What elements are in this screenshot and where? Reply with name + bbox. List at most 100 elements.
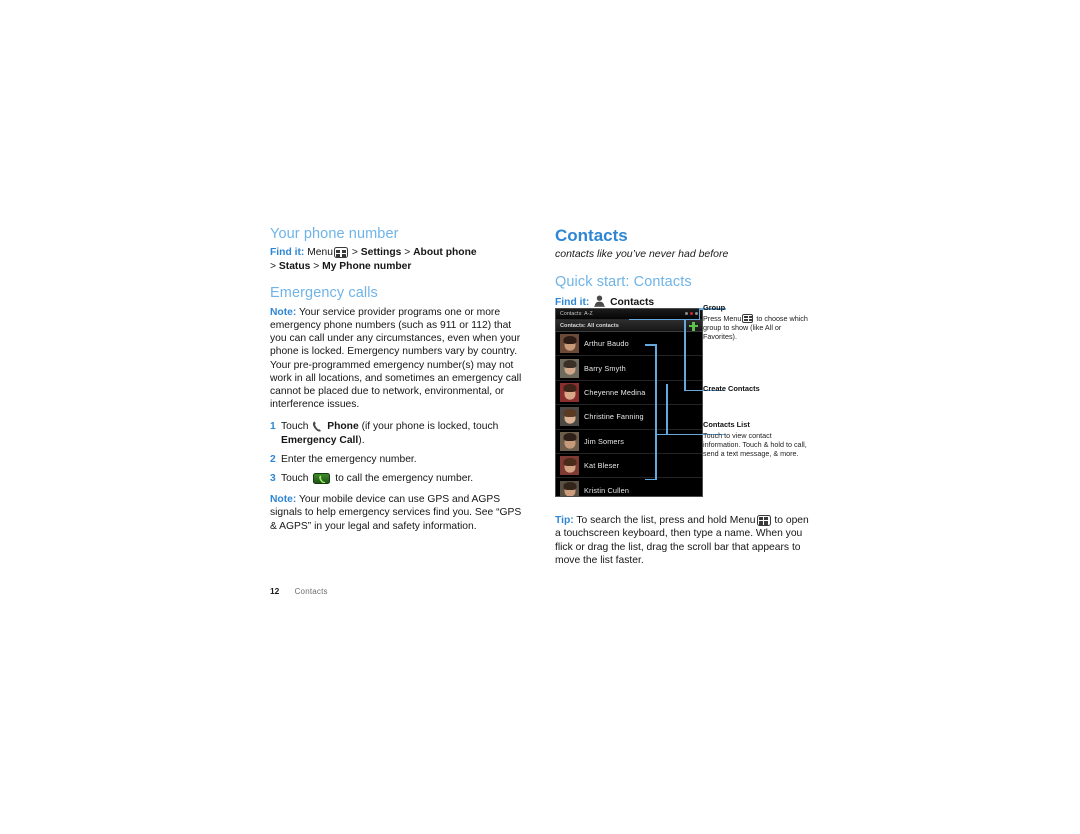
- step-2: 2 Enter the emergency number.: [270, 453, 522, 466]
- step-3: 3 Touch to call the emergency number.: [270, 472, 522, 485]
- section-heading-quick-start: Quick start: Contacts: [555, 274, 692, 291]
- path-sep-2: >: [404, 247, 411, 259]
- leader-line-list-v2: [666, 384, 668, 435]
- contact-avatar: [560, 334, 579, 354]
- step-1-post: ).: [358, 434, 365, 446]
- callout-contacts-list: Contacts List Touch to view contact info…: [703, 420, 809, 458]
- tip-label: Tip:: [555, 515, 574, 526]
- contact-list-item[interactable]: Arthur Baudo: [556, 332, 702, 357]
- phone-status-text: Contacts: A-Z: [560, 311, 593, 317]
- left-column: Your phone number Find it: Menu > Settin…: [270, 226, 522, 539]
- step-2-number: 2: [270, 453, 276, 465]
- contact-avatar: [560, 431, 579, 451]
- running-title: Contacts: [294, 587, 328, 596]
- menu-grid-icon: [756, 515, 771, 526]
- callout-create-contacts-title: Create Contacts: [703, 384, 760, 393]
- contact-name: Cheyenne Medina: [584, 387, 646, 397]
- findit-about-phone: About phone: [413, 247, 477, 259]
- contact-name: Barry Smyth: [584, 363, 626, 373]
- findit-status: Status: [278, 261, 311, 273]
- contacts-person-icon: [594, 295, 605, 307]
- callout-contacts-list-title: Contacts List: [703, 420, 750, 429]
- contact-name: Christine Fanning: [584, 412, 644, 422]
- leader-line-list-v1: [655, 344, 657, 480]
- leader-line-list-bottom: [645, 478, 657, 481]
- step-3-pre: Touch: [281, 473, 309, 485]
- findit-target-contacts: Contacts: [610, 296, 655, 308]
- section-heading-your-phone-number: Your phone number: [270, 226, 399, 242]
- manual-page: Your phone number Find it: Menu > Settin…: [0, 0, 1080, 834]
- contact-avatar: [560, 382, 579, 402]
- section-heading-emergency-calls: Emergency calls: [270, 285, 378, 302]
- leader-line-list-top: [645, 344, 657, 346]
- contact-name: Kristin Cullen: [584, 485, 630, 495]
- tip-paragraph: Tip: To search the list, press and hold …: [555, 514, 810, 568]
- step-3-number: 3: [270, 473, 276, 485]
- note-body: Your service provider programs one or mo…: [270, 306, 522, 411]
- leader-line-create-v: [684, 320, 686, 391]
- green-call-button-icon: [313, 473, 331, 485]
- page-number: 12: [270, 586, 280, 596]
- gps-note-paragraph: Note: Your mobile device can use GPS and…: [270, 493, 522, 533]
- chapter-subtitle: contacts like you’ve never had before: [555, 247, 729, 260]
- contact-list-item[interactable]: Kristin Cullen: [556, 478, 702, 496]
- callout-group-body-pre: Press Menu: [703, 313, 742, 323]
- signal-dot-icon: [684, 311, 689, 315]
- step-1-number: 1: [270, 421, 276, 433]
- plus-icon[interactable]: [689, 321, 698, 331]
- findit-settings: Settings: [360, 247, 402, 259]
- findit-your-phone-number: Find it: Menu > Settings > About phone >…: [270, 246, 522, 274]
- step-1-text: Touch Phone (if your phone is locked, to…: [281, 420, 522, 446]
- leader-line-group-v: [698, 308, 701, 319]
- contact-avatar: [560, 358, 579, 378]
- phone-status-icons: [684, 311, 698, 315]
- menu-grid-icon: [742, 313, 754, 323]
- step-3-text: Touch to call the emergency number.: [281, 472, 522, 485]
- step-2-text: Enter the emergency number.: [281, 453, 417, 465]
- contact-name: Arthur Baudo: [584, 339, 629, 349]
- phone-handset-icon: [312, 421, 322, 432]
- path-sep-1: >: [351, 247, 358, 259]
- contact-list-item[interactable]: Cheyenne Medina: [556, 380, 702, 406]
- callout-group-title: Group: [703, 303, 726, 312]
- right-column: Contacts contacts like you’ve never had …: [555, 226, 813, 566]
- findit-menu-word: Menu: [307, 247, 333, 259]
- contact-list-item[interactable]: Barry Smyth: [556, 356, 702, 381]
- path-sep-3: >: [270, 261, 277, 273]
- callout-group-body: Press Menu to choose which group to show…: [703, 313, 809, 342]
- phone-title-text: Contacts: All contacts: [560, 322, 619, 329]
- contact-avatar: [560, 456, 579, 476]
- callout-contacts-list-body: Touch to view contact information. Touch…: [703, 430, 807, 459]
- findit-my-phone-number: My Phone number: [322, 261, 412, 273]
- alert-dot-icon: [689, 311, 694, 315]
- phone-screenshot: Contacts: A-Z Contacts: All contacts Art…: [555, 308, 703, 497]
- phone-contacts-list[interactable]: Arthur Baudo Barry Smyth Cheyenne Medina Ch…: [556, 332, 702, 496]
- contact-avatar: [560, 480, 579, 496]
- phone-title-bar[interactable]: Contacts: All contacts: [556, 320, 702, 332]
- contact-name: Jim Somers: [584, 436, 625, 446]
- battery-dot-icon: [694, 311, 698, 315]
- note2-label: Note:: [270, 494, 297, 506]
- findit-label-contacts: Find it:: [555, 296, 590, 308]
- page-footer: 12 Contacts: [270, 586, 328, 596]
- step-1: 1 Touch Phone (if your phone is locked, …: [270, 420, 522, 446]
- leader-line-group-h: [629, 318, 700, 321]
- tip-body-pre: To search the list, press and hold Menu: [576, 515, 756, 526]
- path-sep-4: >: [313, 261, 320, 273]
- step-1-mid: (if your phone is locked, touch: [361, 421, 499, 433]
- contact-avatar: [560, 407, 579, 427]
- callout-create-contacts: Create Contacts: [703, 384, 809, 395]
- step-1-bold-emergency-call: Emergency Call: [281, 434, 359, 446]
- step-3-post: to call the emergency number.: [335, 473, 474, 485]
- contact-name: Kat Bleser: [584, 461, 620, 471]
- note2-body: Your mobile device can use GPS and AGPS …: [270, 494, 522, 532]
- menu-grid-icon: [333, 247, 348, 259]
- findit-label: Find it:: [270, 247, 305, 259]
- contact-list-item[interactable]: Christine Fanning: [556, 405, 702, 430]
- emergency-note-paragraph: Note: Your service provider programs one…: [270, 306, 522, 412]
- contact-list-item[interactable]: Kat Bleser: [556, 453, 702, 479]
- note-label: Note:: [270, 306, 297, 318]
- chapter-title: Contacts: [555, 226, 628, 245]
- callout-group: Group Press Menu to choose which group t…: [703, 303, 809, 341]
- step-1-pre: Touch: [281, 421, 309, 433]
